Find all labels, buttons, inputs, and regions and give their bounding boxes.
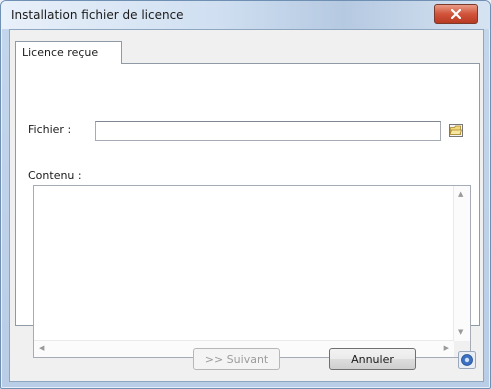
dialog-client-area: Licence reçue Fichier : Contenu : ▲ ▼ ◀ … — [9, 29, 484, 382]
file-path-input[interactable] — [95, 121, 441, 141]
cancel-button[interactable]: Annuler — [329, 348, 416, 370]
tab-licence-recue[interactable]: Licence reçue — [15, 41, 122, 64]
scroll-right-icon[interactable]: ▶ — [444, 345, 449, 352]
tab-panel: Fichier : Contenu : ▲ ▼ ◀ ▶ — [15, 63, 480, 358]
scroll-left-icon[interactable]: ◀ — [39, 345, 44, 352]
next-button[interactable]: >> Suivant — [193, 348, 280, 370]
close-button[interactable] — [434, 4, 478, 24]
help-button[interactable] — [457, 350, 477, 370]
content-textarea[interactable]: ▲ ▼ ◀ ▶ — [33, 185, 471, 358]
tab-label: Licence reçue — [22, 46, 99, 59]
close-icon — [451, 9, 461, 19]
window-title: Installation fichier de licence — [11, 8, 184, 22]
scroll-down-icon[interactable]: ▼ — [458, 329, 463, 336]
help-icon — [458, 351, 476, 369]
file-label: Fichier : — [28, 123, 72, 136]
license-install-dialog: Installation fichier de licence Licence … — [0, 0, 491, 389]
browse-file-button[interactable] — [446, 120, 466, 140]
folder-open-icon — [449, 124, 463, 137]
title-bar[interactable]: Installation fichier de licence — [1, 1, 490, 29]
vertical-scrollbar[interactable]: ▲ ▼ — [453, 186, 470, 341]
scroll-up-icon[interactable]: ▲ — [458, 191, 463, 198]
content-label: Contenu : — [28, 169, 82, 182]
